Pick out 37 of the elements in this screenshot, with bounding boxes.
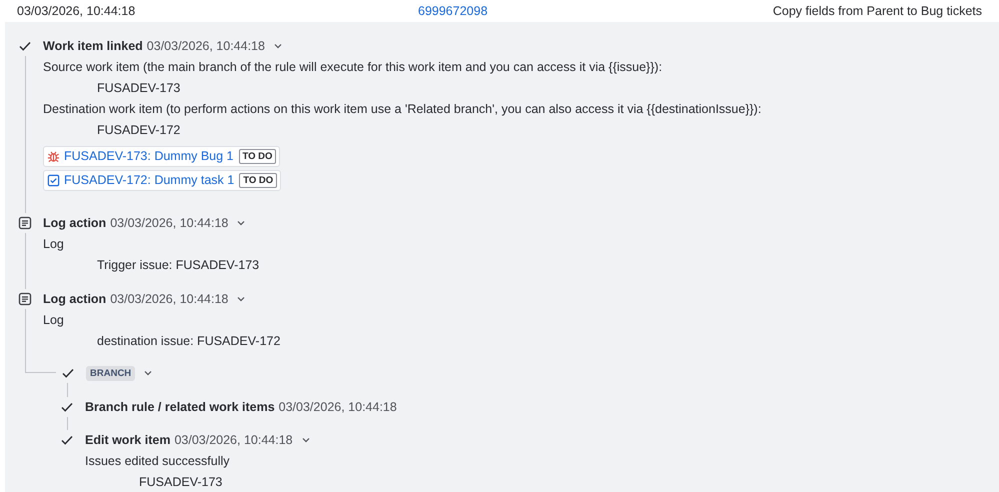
chevron-down-icon[interactable] xyxy=(236,218,246,228)
bug-icon xyxy=(47,150,60,163)
detail-text: Issues edited successfully xyxy=(85,453,231,470)
chevron-down-icon[interactable] xyxy=(272,41,283,51)
detail-value: FUSADEV-173 xyxy=(139,474,224,491)
entry-time: 03/03/2026, 10:44:18 xyxy=(278,398,397,416)
entry-title: Log action xyxy=(43,290,106,308)
detail-value: destination issue: FUSADEV-172 xyxy=(97,333,282,350)
entry-title: Edit work item xyxy=(85,432,170,449)
chevron-down-icon[interactable] xyxy=(300,435,311,445)
entry-time: 03/03/2026, 10:44:18 xyxy=(174,432,293,449)
log-icon xyxy=(18,292,32,306)
entry-time: 03/03/2026, 10:44:18 xyxy=(146,38,265,55)
execution-time: 03/03/2026, 10:44:18 xyxy=(17,2,136,20)
detail-text: Source work item (the main branch of the rule will execute for this work item and you can access it via {{issue}}): xyxy=(43,59,664,76)
chevron-down-icon[interactable] xyxy=(143,368,154,378)
entry-title: Log action xyxy=(43,214,106,232)
log-icon xyxy=(18,216,32,230)
branch-label: BRANCH xyxy=(86,366,136,380)
status-lozenge: TO DO xyxy=(239,173,278,188)
execution-id-link[interactable]: 6999672098 xyxy=(418,2,488,20)
entry-title: Branch rule / related work items xyxy=(85,398,275,416)
detail-text: Log xyxy=(43,312,65,329)
chevron-down-icon[interactable] xyxy=(236,294,246,304)
detail-value: FUSADEV-173 xyxy=(97,80,182,97)
work-item-chip[interactable]: FUSADEV-173: Dummy Bug 1 TO DO xyxy=(43,146,280,167)
detail-text: Destination work item (to perform actions on this work item use a 'Related branch', you can also access it via {{destinationIssue}}): xyxy=(43,101,762,118)
entry-title: Work item linked xyxy=(43,38,143,55)
entry-time: 03/03/2026, 10:44:18 xyxy=(110,214,228,232)
detail-value: Trigger issue: FUSADEV-173 xyxy=(97,257,260,274)
entry-time: 03/03/2026, 10:44:18 xyxy=(110,290,228,308)
detail-text: Log xyxy=(43,236,65,253)
detail-value: FUSADEV-172 xyxy=(97,122,182,139)
status-lozenge: TO DO xyxy=(238,149,276,164)
checkbox-icon xyxy=(47,174,60,187)
rule-name: Copy fields from Parent to Bug tickets xyxy=(772,2,982,20)
work-item-chip[interactable]: FUSADEV-172: Dummy task 1 TO DO xyxy=(43,170,282,191)
